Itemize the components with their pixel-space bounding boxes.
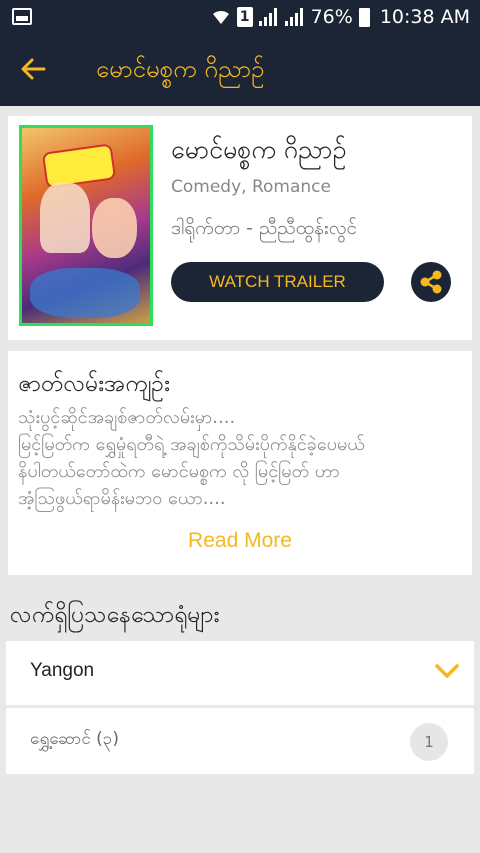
movie-detail-card: မောင်မစ္စက ဂိညာဉ် Comedy, Romance ဒါရိုက…: [8, 116, 472, 340]
synopsis-text: သုံးပွင့်ဆိုင်အချစ်ဇာတ်လမ်းမှာ.... မြင့်…: [18, 404, 458, 512]
share-icon: [420, 270, 442, 294]
status-bar: 1 76% 10:38 AM: [0, 0, 480, 34]
synopsis-card: ဇာတ်လမ်းအကျဉ်း သုံးပွင့်ဆိုင်အချစ်ဇာတ်လမ…: [8, 351, 472, 575]
status-icons: 1 76% 10:38 AM: [211, 5, 470, 29]
watch-trailer-button[interactable]: WATCH TRAILER: [171, 262, 384, 302]
app-bar: မောင်မစ္စက ဂိညာဉ်: [0, 34, 480, 106]
synopsis-heading: ဇာတ်လမ်းအကျဉ်း: [18, 371, 170, 397]
movie-poster[interactable]: [19, 125, 153, 326]
share-button[interactable]: [411, 262, 451, 302]
movie-title: မောင်မစ္စက ဂိညာဉ်: [171, 135, 347, 164]
synopsis-line: နိပါတယ်တော်ထဲက မောင်မစ္စက လို မြင့်မြတ် …: [18, 461, 340, 482]
gallery-notification-icon: [12, 8, 32, 25]
movie-director: ဒါရိုက်တာ - ညီညီထွန်းလွင်: [171, 217, 358, 239]
poster-logo: [41, 143, 117, 189]
city-dropdown[interactable]: Yangon: [6, 641, 474, 705]
page-title: မောင်မစ္စက ဂိညာဉ်: [96, 55, 265, 83]
clock: 10:38 AM: [379, 6, 470, 28]
synopsis-line: အံ့သြဖွယ်ရာမိန်းမဘဝ ယော....: [18, 488, 226, 509]
battery-percent: 76%: [310, 6, 353, 28]
movie-genres: Comedy, Romance: [171, 177, 331, 197]
signal-icon-2: [284, 8, 305, 26]
signal-icon-1: [258, 8, 279, 26]
back-arrow-icon[interactable]: [18, 54, 48, 84]
poster-figure: [92, 198, 137, 258]
poster-figure: [30, 268, 140, 318]
showtime-count-badge: 1: [410, 723, 448, 761]
wifi-icon: [212, 10, 229, 24]
now-showing-heading: လက်ရှိပြသနေသောရုံများ: [10, 602, 220, 628]
cinema-name: ရွှေ့ဆောင် (၃): [30, 729, 119, 749]
synopsis-line: မြင့်မြတ်က ရွှေမှုံရတီရဲ့ အချစ်ကိုသိမ်းပ…: [18, 434, 365, 455]
read-more-link[interactable]: Read More: [8, 529, 472, 553]
chevron-down-icon: [435, 664, 459, 678]
battery-icon: [358, 7, 370, 27]
poster-figure: [40, 183, 90, 253]
cinema-list-item[interactable]: ရွှေ့ဆောင် (၃) 1: [6, 708, 474, 774]
sim-icon: 1: [236, 7, 253, 27]
selected-city: Yangon: [30, 660, 95, 681]
synopsis-line: သုံးပွင့်ဆိုင်အချစ်ဇာတ်လမ်းမှာ....: [18, 407, 236, 428]
